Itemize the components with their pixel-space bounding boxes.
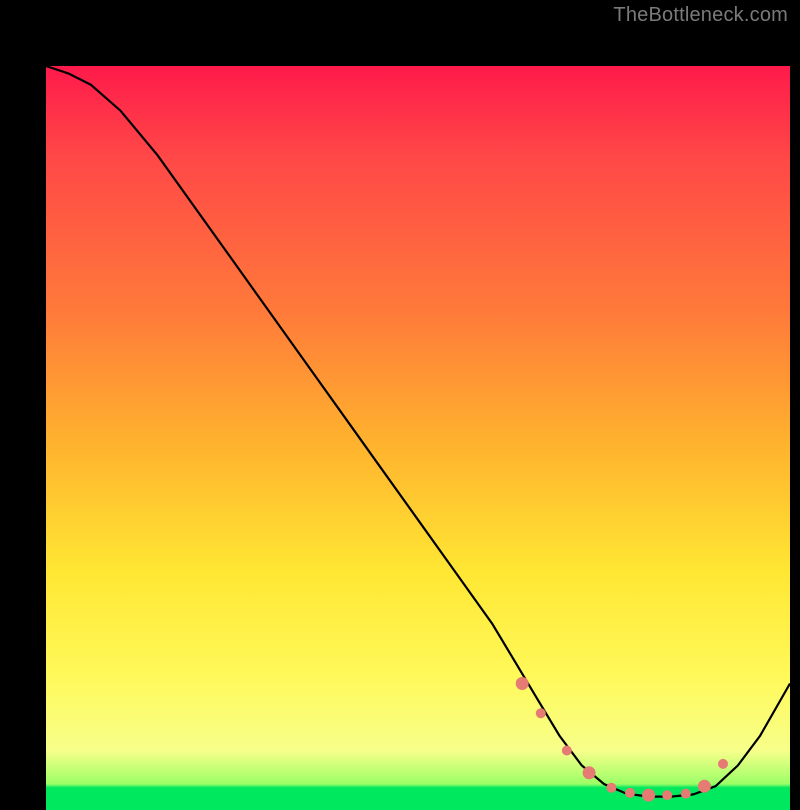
marker-dot <box>516 677 529 690</box>
chart-outer-frame <box>18 28 782 792</box>
bottleneck-curve <box>46 66 790 797</box>
watermark-text: TheBottleneck.com <box>613 4 788 27</box>
marker-dot <box>625 788 635 798</box>
marker-dot <box>718 759 728 769</box>
marker-dot <box>698 780 711 793</box>
marker-dots <box>516 677 728 802</box>
marker-dot <box>681 789 691 799</box>
marker-dot <box>536 708 546 718</box>
marker-dot <box>606 783 616 793</box>
chart-svg <box>46 66 790 810</box>
marker-dot <box>662 790 672 800</box>
marker-dot <box>583 766 596 779</box>
chart-gradient-area <box>46 66 790 810</box>
marker-dot <box>562 746 572 756</box>
